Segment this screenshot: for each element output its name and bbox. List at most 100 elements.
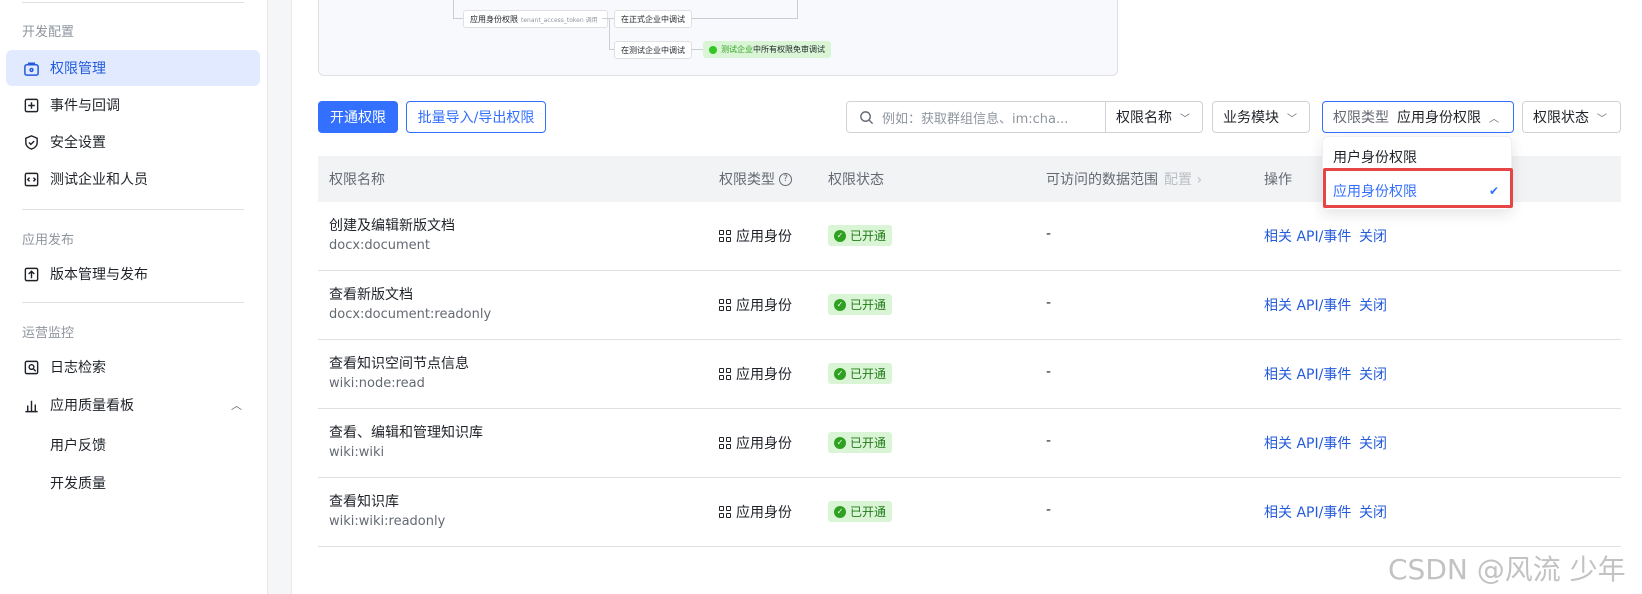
scope-value: - <box>1046 364 1052 380</box>
permission-title: 创建及编辑新版文档 <box>329 218 455 234</box>
close-permission-link[interactable]: 关闭 <box>1359 364 1387 384</box>
chevron-up-icon[interactable]: ︿ <box>231 397 242 413</box>
table-row: 创建及编辑新版文档 docx:document 应用身份 ✓ 已开通 - 相关 API/事件… <box>318 202 1621 271</box>
status-label: 已开通 <box>850 436 887 450</box>
column-scope: 可访问的数据范围 配置 › <box>1046 156 1202 202</box>
sidebar-item-permissions[interactable]: 权限管理 <box>6 50 260 86</box>
check-circle-icon: ✓ <box>834 229 846 242</box>
dropdown-option-label: 应用身份权限 <box>1333 184 1417 200</box>
permission-type: 应用身份 <box>719 226 792 246</box>
bar-chart-icon <box>22 396 40 414</box>
sidebar-item-security[interactable]: 安全设置 <box>6 124 260 160</box>
sidebar-item-logs[interactable]: 日志检索 <box>6 349 260 385</box>
sidebar-item-events[interactable]: 事件与回调 <box>6 87 260 123</box>
diagram-connector <box>453 18 463 19</box>
search-input[interactable]: 例如：获取群组信息、im:cha... <box>846 101 1106 133</box>
permission-type: 应用身份 <box>719 295 792 315</box>
permission-code: wiki:wiki:readonly <box>329 514 446 529</box>
diagram-node-test: 在测试企业中调试 <box>614 41 692 59</box>
status-label: 已开通 <box>850 367 887 381</box>
app-grid-icon <box>719 230 731 242</box>
sidebar: 开发配置 权限管理 事件与回调 安全设置 测试企业和人员 应用发布 版本管理与发… <box>0 0 268 594</box>
related-api-link[interactable]: 相关 API/事件 <box>1264 502 1351 522</box>
permission-type-label: 应用身份 <box>736 298 792 314</box>
related-api-link[interactable]: 相关 API/事件 <box>1264 364 1351 384</box>
close-permission-link[interactable]: 关闭 <box>1359 433 1387 453</box>
scope-value: - <box>1046 433 1052 449</box>
column-scope-label: 可访问的数据范围 <box>1046 172 1158 188</box>
sidebar-subitem-feedback[interactable]: 用户反馈 <box>50 435 106 455</box>
status-badge: ✓ 已开通 <box>828 432 893 453</box>
sidebar-item-test-tenant[interactable]: 测试企业和人员 <box>6 161 260 197</box>
column-name: 权限名称 <box>329 172 385 188</box>
search-icon <box>860 110 874 124</box>
sidebar-divider <box>22 2 244 3</box>
check-circle-icon: ✓ <box>834 367 846 380</box>
log-search-icon <box>22 358 40 376</box>
permission-type: 应用身份 <box>719 502 792 522</box>
scope-value: - <box>1046 226 1052 242</box>
diagram-connector <box>453 0 454 19</box>
type-filter[interactable]: 权限类型 应用身份权限 ︿ <box>1322 101 1514 133</box>
shield-icon <box>22 133 40 151</box>
module-filter[interactable]: 业务模块 ﹀ <box>1212 101 1310 133</box>
related-api-link[interactable]: 相关 API/事件 <box>1264 295 1351 315</box>
column-actions: 操作 <box>1264 172 1292 188</box>
sidebar-item-label: 安全设置 <box>50 135 106 151</box>
dropdown-option-user-auth[interactable]: 用户身份权限 <box>1323 141 1513 173</box>
table-row: 查看新版文档 docx:document:readonly 应用身份 ✓ 已开通 - 相关 … <box>318 271 1621 340</box>
check-dot-icon <box>709 45 717 54</box>
close-permission-link[interactable]: 关闭 <box>1359 295 1387 315</box>
check-circle-icon: ✓ <box>834 505 846 518</box>
permission-title: 查看新版文档 <box>329 287 413 303</box>
related-api-link[interactable]: 相关 API/事件 <box>1264 433 1351 453</box>
sidebar-item-quality-board[interactable]: 应用质量看板 ︿ <box>6 387 260 423</box>
sidebar-section-release: 应用发布 <box>22 233 75 248</box>
diagram-node-label: 应用身份权限 <box>470 14 518 24</box>
select-value: 应用身份权限 <box>1397 110 1481 126</box>
column-status: 权限状态 <box>828 172 884 188</box>
sidebar-item-label: 版本管理与发布 <box>50 267 148 283</box>
diagram-node-ok: 测试企业 中所有权限免审调试 <box>703 41 831 58</box>
sidebar-section-ops: 运营监控 <box>22 326 75 341</box>
sidebar-item-label: 日志检索 <box>50 360 106 376</box>
sidebar-subitem-dev-quality[interactable]: 开发质量 <box>50 473 106 493</box>
status-badge: ✓ 已开通 <box>828 225 893 246</box>
diagram-connector <box>609 18 610 50</box>
upload-box-icon <box>22 265 40 283</box>
table-row: 查看知识空间节点信息 wiki:node:read 应用身份 ✓ 已开通 - 相关 API/… <box>318 340 1621 409</box>
close-permission-link[interactable]: 关闭 <box>1359 502 1387 522</box>
diagram-ok-text: 中所有权限免审调试 <box>753 45 825 54</box>
check-circle-icon: ✓ <box>834 436 846 449</box>
status-label: 已开通 <box>850 505 887 519</box>
status-filter[interactable]: 权限状态 ﹀ <box>1522 101 1621 133</box>
sidebar-section-dev: 开发配置 <box>22 25 75 40</box>
import-export-button[interactable]: 批量导入/导出权限 <box>406 101 546 133</box>
status-badge: ✓ 已开通 <box>828 501 893 522</box>
dropdown-option-app-auth[interactable]: 应用身份权限 ✔ <box>1323 175 1513 207</box>
status-badge: ✓ 已开通 <box>828 294 893 315</box>
permission-code: wiki:wiki <box>329 445 385 460</box>
event-plus-icon <box>22 96 40 114</box>
permission-type-label: 应用身份 <box>736 367 792 383</box>
permission-type: 应用身份 <box>719 364 792 384</box>
scope-config-link[interactable]: 配置 › <box>1164 169 1202 189</box>
permission-type-label: 应用身份 <box>736 436 792 452</box>
app-grid-icon <box>719 506 731 518</box>
select-prefix: 权限类型 <box>1333 110 1389 126</box>
sidebar-item-versions[interactable]: 版本管理与发布 <box>6 256 260 292</box>
related-api-link[interactable]: 相关 API/事件 <box>1264 226 1351 246</box>
status-badge: ✓ 已开通 <box>828 363 893 384</box>
permission-code: docx:document <box>329 238 431 253</box>
column-type: 权限类型 ? <box>719 156 792 202</box>
close-permission-link[interactable]: 关闭 <box>1359 226 1387 246</box>
open-permission-button[interactable]: 开通权限 <box>318 101 398 133</box>
diagram-connector <box>797 0 798 19</box>
permission-title: 查看、编辑和管理知识库 <box>329 425 483 441</box>
help-icon[interactable]: ? <box>779 172 792 186</box>
diagram-node-prod: 在正式企业中调试 <box>614 10 692 28</box>
app-grid-icon <box>719 437 731 449</box>
sidebar-item-label: 应用质量看板 <box>50 398 134 414</box>
search-field-select[interactable]: 权限名称 ﹀ <box>1105 101 1203 133</box>
table-row: 查看知识库 wiki:wiki:readonly 应用身份 ✓ 已开通 - 相关 API/事… <box>318 478 1621 547</box>
